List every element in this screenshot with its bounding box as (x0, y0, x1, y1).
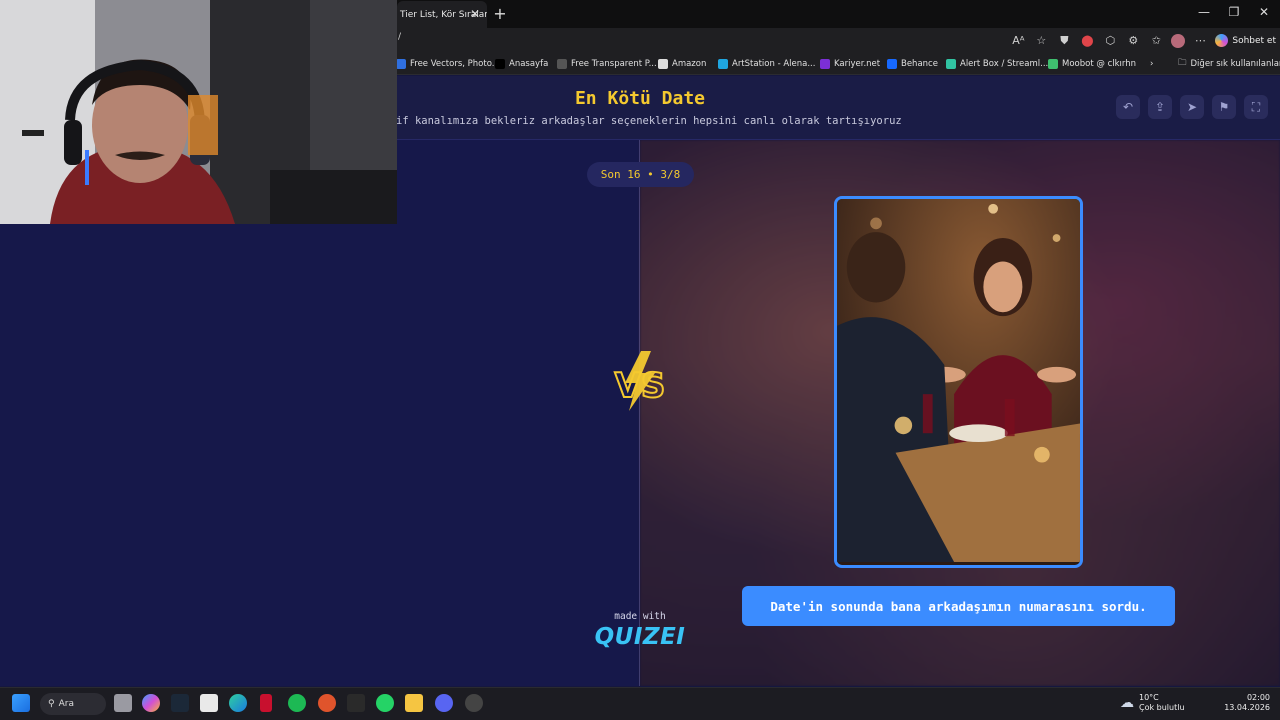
page-subtitle: if kanalımıza bekleriz arkadaşlar seçene… (396, 115, 902, 127)
bookmark-item[interactable]: Kariyer.net (820, 56, 880, 72)
copilot-label: Sohbet et (1232, 35, 1276, 46)
weather-desc: Çok bulutlu (1139, 703, 1185, 712)
kariyer-icon (820, 59, 830, 69)
date-photo (837, 199, 1080, 563)
streamlabs-icon (946, 59, 956, 69)
obs-icon[interactable] (465, 694, 483, 712)
clock-time: 02:00 (1246, 693, 1270, 702)
discord-icon[interactable] (435, 694, 453, 712)
share-icon[interactable]: ⇪ (1148, 95, 1172, 119)
cloud-icon: ☁ (1120, 695, 1134, 711)
tab-close-icon[interactable]: ✕ (470, 7, 480, 21)
choice-caption[interactable]: Date'in sonunda bana arkadaşımın numaras… (742, 586, 1175, 626)
bookmark-label: ArtStation - Alena... (732, 59, 816, 69)
task-view-icon[interactable] (114, 694, 132, 712)
freepik-icon (396, 59, 406, 69)
moobot-icon (1048, 59, 1058, 69)
webcam-overlay (0, 0, 397, 224)
steam-icon[interactable] (171, 694, 189, 712)
more-menu-icon[interactable]: ⋯ (1192, 34, 1208, 47)
undo-icon[interactable]: ↶ (1116, 95, 1140, 119)
bookmark-label: Free Transparent P... (571, 59, 657, 69)
spotify-icon[interactable] (288, 694, 306, 712)
flag-icon[interactable]: ⚑ (1212, 95, 1236, 119)
other-bookmarks-folder[interactable]: 🗀 Diğer sık kullanılanlar (1178, 56, 1280, 72)
origin-icon[interactable] (318, 694, 336, 712)
epic-games-icon[interactable] (347, 694, 365, 712)
artstation-icon (718, 59, 728, 69)
bookmark-label: Free Vectors, Photo... (410, 59, 500, 69)
behance-icon (887, 59, 897, 69)
copilot-taskbar-icon[interactable] (142, 694, 160, 712)
choice-card-image[interactable] (834, 196, 1083, 568)
bookmark-item[interactable]: ArtStation - Alena... (718, 56, 815, 72)
bookmark-item[interactable]: Free Vectors, Photo... (396, 56, 500, 72)
close-window-icon[interactable]: ✕ (1254, 5, 1274, 19)
taskbar-search-label: Ara (58, 699, 74, 709)
bookmark-label: Moobot @ clkırhn (1062, 59, 1137, 69)
fullscreen-icon[interactable]: ⛶ (1244, 95, 1268, 119)
copilot-button[interactable]: Sohbet et (1215, 34, 1276, 47)
other-bookmarks-label: Diğer sık kullanılanlar (1190, 59, 1280, 69)
round-counter: Son 16 • 3/8 (587, 162, 694, 187)
send-icon[interactable]: ➤ (1180, 95, 1204, 119)
webcam-feed (0, 0, 397, 224)
url-text[interactable]: / (398, 32, 401, 42)
bookmark-label: Anasayfa (509, 59, 549, 69)
bookmarks-overflow-chevron-icon[interactable]: › (1150, 56, 1153, 72)
edge-icon[interactable] (229, 694, 247, 712)
browser-tab[interactable]: Tier List, Kör Sıralam ✕ (397, 1, 487, 28)
minimize-icon[interactable]: — (1194, 5, 1214, 19)
quizei-logo[interactable]: QUIZEI (590, 624, 690, 650)
header-actions: ↶ ⇪ ➤ ⚑ ⛶ (1116, 95, 1268, 119)
extensions-icon[interactable]: ⬡ (1102, 34, 1118, 47)
bookmark-item[interactable]: Anasayfa (495, 56, 548, 72)
address-bar-actions: Aᴬ ☆ ⛊ ⬤ ⬡ ⚙ ✩ ⋯ Sohbet et (1010, 30, 1276, 51)
clock-date: 13.04.2026 (1224, 703, 1270, 712)
copilot-icon (1215, 34, 1229, 47)
windows-start-icon[interactable] (12, 694, 30, 712)
weather-temp: 10°C (1139, 693, 1159, 702)
search-icon: ⚲ (48, 699, 55, 709)
split-screen-icon[interactable]: ⚙ (1125, 34, 1141, 47)
bookmark-item[interactable]: Alert Box / Streaml... (946, 56, 1048, 72)
bookmark-label: Behance (901, 59, 938, 69)
weather-widget[interactable]: ☁ 10°C Çok bulutlu (1120, 693, 1185, 713)
bookmark-label: Alert Box / Streaml... (960, 59, 1049, 69)
x-icon (495, 59, 505, 69)
taskbar-search[interactable]: ⚲ Ara (40, 693, 106, 715)
adblock-extension-icon[interactable]: ⬤ (1079, 34, 1095, 47)
profile-avatar[interactable] (1171, 33, 1186, 48)
restore-icon[interactable]: ❐ (1224, 5, 1244, 19)
red-app-icon[interactable] (260, 694, 272, 712)
bookmark-item[interactable]: Behance (887, 56, 938, 72)
read-aloud-icon[interactable]: Aᴬ (1010, 34, 1026, 47)
whatsapp-icon[interactable] (376, 694, 394, 712)
taskbar (0, 687, 1280, 720)
store-icon[interactable] (200, 694, 218, 712)
folder-icon: 🗀 (1178, 58, 1187, 68)
bookmark-item[interactable]: Moobot @ clkırhn (1048, 56, 1136, 72)
made-with-label: made with (614, 611, 666, 622)
bookmark-label: Kariyer.net (834, 59, 881, 69)
bookmark-item[interactable]: Amazon (658, 56, 706, 72)
file-explorer-icon[interactable] (405, 694, 423, 712)
vs-icon: VS (614, 351, 666, 411)
system-clock[interactable]: 02:00 13.04.2026 (1224, 693, 1270, 713)
favorite-star-icon[interactable]: ☆ (1033, 34, 1049, 47)
amazon-icon (658, 59, 668, 69)
bookmark-item[interactable]: Free Transparent P... (557, 56, 657, 72)
vs-label: VS (615, 366, 666, 406)
pngtree-icon (557, 59, 567, 69)
favorites-icon[interactable]: ✩ (1148, 34, 1164, 47)
center-divider (639, 140, 640, 686)
bookmark-label: Amazon (672, 59, 707, 69)
shield-extension-icon[interactable]: ⛊ (1056, 34, 1072, 48)
new-tab-icon[interactable]: + (490, 4, 510, 23)
